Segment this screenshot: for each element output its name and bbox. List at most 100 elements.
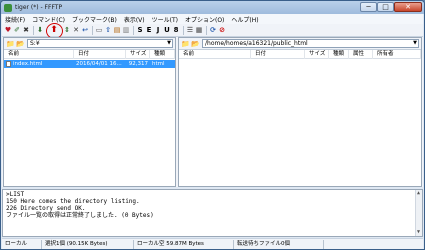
log-line: ファイル一覧の取得は正常終了しました. (0 Bytes) [6,212,154,219]
chmod-icon[interactable]: ▥ [122,26,130,35]
mkdir-icon-glyph: ▭ [95,25,103,34]
quick-connect-icon[interactable]: ✐ [13,26,21,35]
mirror-upload-icon-glyph: ⇕ [64,25,70,34]
menu-help[interactable]: ヘルプ(H) [231,15,258,24]
kanji-euc-icon-glyph: E [146,25,152,34]
menu-connect[interactable]: 接続(F) [5,15,25,24]
file-panes: 📁 📂 S:¥ ▼ 名前 日付 サイズ 種類 index.html 2016/0… [2,37,423,187]
log-line: >LIST [6,191,25,198]
kanji-utf8-icon[interactable]: U [163,26,171,35]
status-bar: ローカル 選択1個 (90.15K Bytes) ローカル空 59.87M By… [2,238,423,249]
remote-path-input[interactable]: /home/homes/a16321/public_html ▼ [202,39,419,48]
stop-icon[interactable]: ⊘ [218,26,226,35]
kanji-none-icon[interactable]: 8 [172,26,180,35]
rename-icon[interactable]: ↩ [81,26,89,35]
remote-col-attr[interactable]: 属性 [349,49,373,59]
toolbar: ♥ ✐ ✖ ⬇ ⬆ ⇕ ✕ ↩ ▭ ⇧ ▤ ▥ S E J U 8 ☰ ▦ ⟳ ⊘ [2,22,423,39]
kanji-sjis-icon-glyph: S [137,25,143,34]
connect-icon-glyph: ♥ [4,25,12,34]
menu-view[interactable]: 表示(V) [124,15,145,24]
kanji-jis-icon-glyph: J [156,25,160,34]
bookmark-icon-glyph: ▤ [113,25,121,34]
local-up-folder-icon[interactable]: 📁 [6,40,15,48]
upload-icon[interactable]: ⬆ [46,22,63,39]
bookmark-icon[interactable]: ▤ [113,26,121,35]
status-queue: 転送待ちファイル0個 [234,239,324,249]
log-line: 150 Here comes the directory listing. [6,198,140,205]
refresh-icon-glyph: ⟳ [210,25,216,34]
local-col-date[interactable]: 日付 [74,49,126,59]
refresh-icon[interactable]: ⟳ [209,26,217,35]
toolbar-separator [133,25,134,35]
kanji-euc-icon[interactable]: E [145,26,153,35]
local-pane: 📁 📂 S:¥ ▼ 名前 日付 サイズ 種類 index.html 2016/0… [3,37,176,187]
menu-bar: 接続(F) コマンド(C) ブックマーク(B) 表示(V) ツール(T) オプシ… [2,14,423,24]
file-icon [6,60,11,67]
remote-open-folder-icon[interactable]: 📂 [191,40,200,48]
mkdir-icon[interactable]: ▭ [95,26,103,35]
file-name: index.html [13,61,43,67]
parent-dir-icon-glyph: ⇧ [105,25,111,34]
remote-col-date[interactable]: 日付 [251,49,305,59]
list-view-icon-glyph: ☰ [186,25,194,34]
file-type: html [150,60,175,68]
local-file-row[interactable]: index.html 2016/04/01 16... 92,317 html [4,60,175,68]
chevron-down-icon[interactable]: ▼ [413,40,417,47]
download-icon[interactable]: ⬇ [36,26,44,35]
remote-col-name[interactable]: 名前 [179,49,251,59]
rename-icon-glyph: ↩ [82,25,88,34]
menu-tools[interactable]: ツール(T) [152,15,178,24]
remote-path-text: /home/homes/a16321/public_html [205,40,308,47]
kanji-utf8-icon-glyph: U [164,25,170,34]
window-title: tiger (*) - FFFTP [15,4,63,11]
minimize-button[interactable]: ─ [360,2,377,12]
remote-pane: 📁 📂 /home/homes/a16321/public_html ▼ 名前 … [178,37,422,187]
toolbar-separator [183,25,184,35]
remote-col-owner[interactable]: 所有者 [373,49,421,59]
remote-col-type[interactable]: 種類 [329,49,349,59]
menu-bookmark[interactable]: ブックマーク(B) [72,15,117,24]
parent-dir-icon[interactable]: ⇧ [104,26,112,35]
title-bar[interactable]: tiger (*) - FFFTP ─ □ ✕ [1,1,424,14]
delete-icon[interactable]: ✕ [72,26,80,35]
kanji-none-icon-glyph: 8 [173,25,179,34]
log-panel[interactable]: >LIST 150 Here comes the directory listi… [2,189,423,237]
toolbar-separator [33,25,34,35]
maximize-button[interactable]: □ [377,2,394,12]
toolbar-separator [206,25,207,35]
remote-pathbar: 📁 📂 /home/homes/a16321/public_html ▼ [179,38,421,50]
log-scrollbar[interactable] [415,190,422,236]
file-name-cell: index.html [4,60,74,68]
remote-up-folder-icon[interactable]: 📁 [181,40,190,48]
delete-icon-glyph: ✕ [73,25,79,34]
log-line: 226 Directory send OK. [6,205,86,212]
quick-connect-icon-glyph: ✐ [14,25,20,34]
mirror-upload-icon[interactable]: ⇕ [63,26,71,35]
toolbar-separator [92,25,93,35]
disconnect-icon[interactable]: ✖ [22,26,30,35]
local-col-size[interactable]: サイズ [126,49,150,59]
close-button[interactable]: ✕ [394,2,422,12]
chevron-down-icon[interactable]: ▼ [167,40,171,47]
chmod-icon-glyph: ▥ [122,25,130,34]
local-path-input[interactable]: S:¥ ▼ [27,39,173,48]
menu-command[interactable]: コマンド(C) [32,15,65,24]
kanji-jis-icon[interactable]: J [154,26,162,35]
file-date: 2016/04/01 16... [74,60,126,68]
local-col-name[interactable]: 名前 [4,49,74,59]
local-pathbar: 📁 📂 S:¥ ▼ [4,38,175,50]
download-icon-glyph: ⬇ [37,25,43,34]
detail-view-icon-glyph: ▦ [195,25,203,34]
local-col-type[interactable]: 種類 [150,49,175,59]
local-open-folder-icon[interactable]: 📂 [16,40,25,48]
detail-view-icon[interactable]: ▦ [195,26,203,35]
app-icon [4,3,12,12]
connect-icon[interactable]: ♥ [4,26,12,35]
kanji-sjis-icon[interactable]: S [136,26,144,35]
disconnect-icon-glyph: ✖ [23,25,29,34]
status-selected: 選択1個 (90.15K Bytes) [42,239,134,249]
menu-options[interactable]: オプション(O) [185,15,224,24]
list-view-icon[interactable]: ☰ [186,26,194,35]
remote-col-size[interactable]: サイズ [305,49,329,59]
remote-column-header: 名前 日付 サイズ 種類 属性 所有者 [179,49,421,59]
